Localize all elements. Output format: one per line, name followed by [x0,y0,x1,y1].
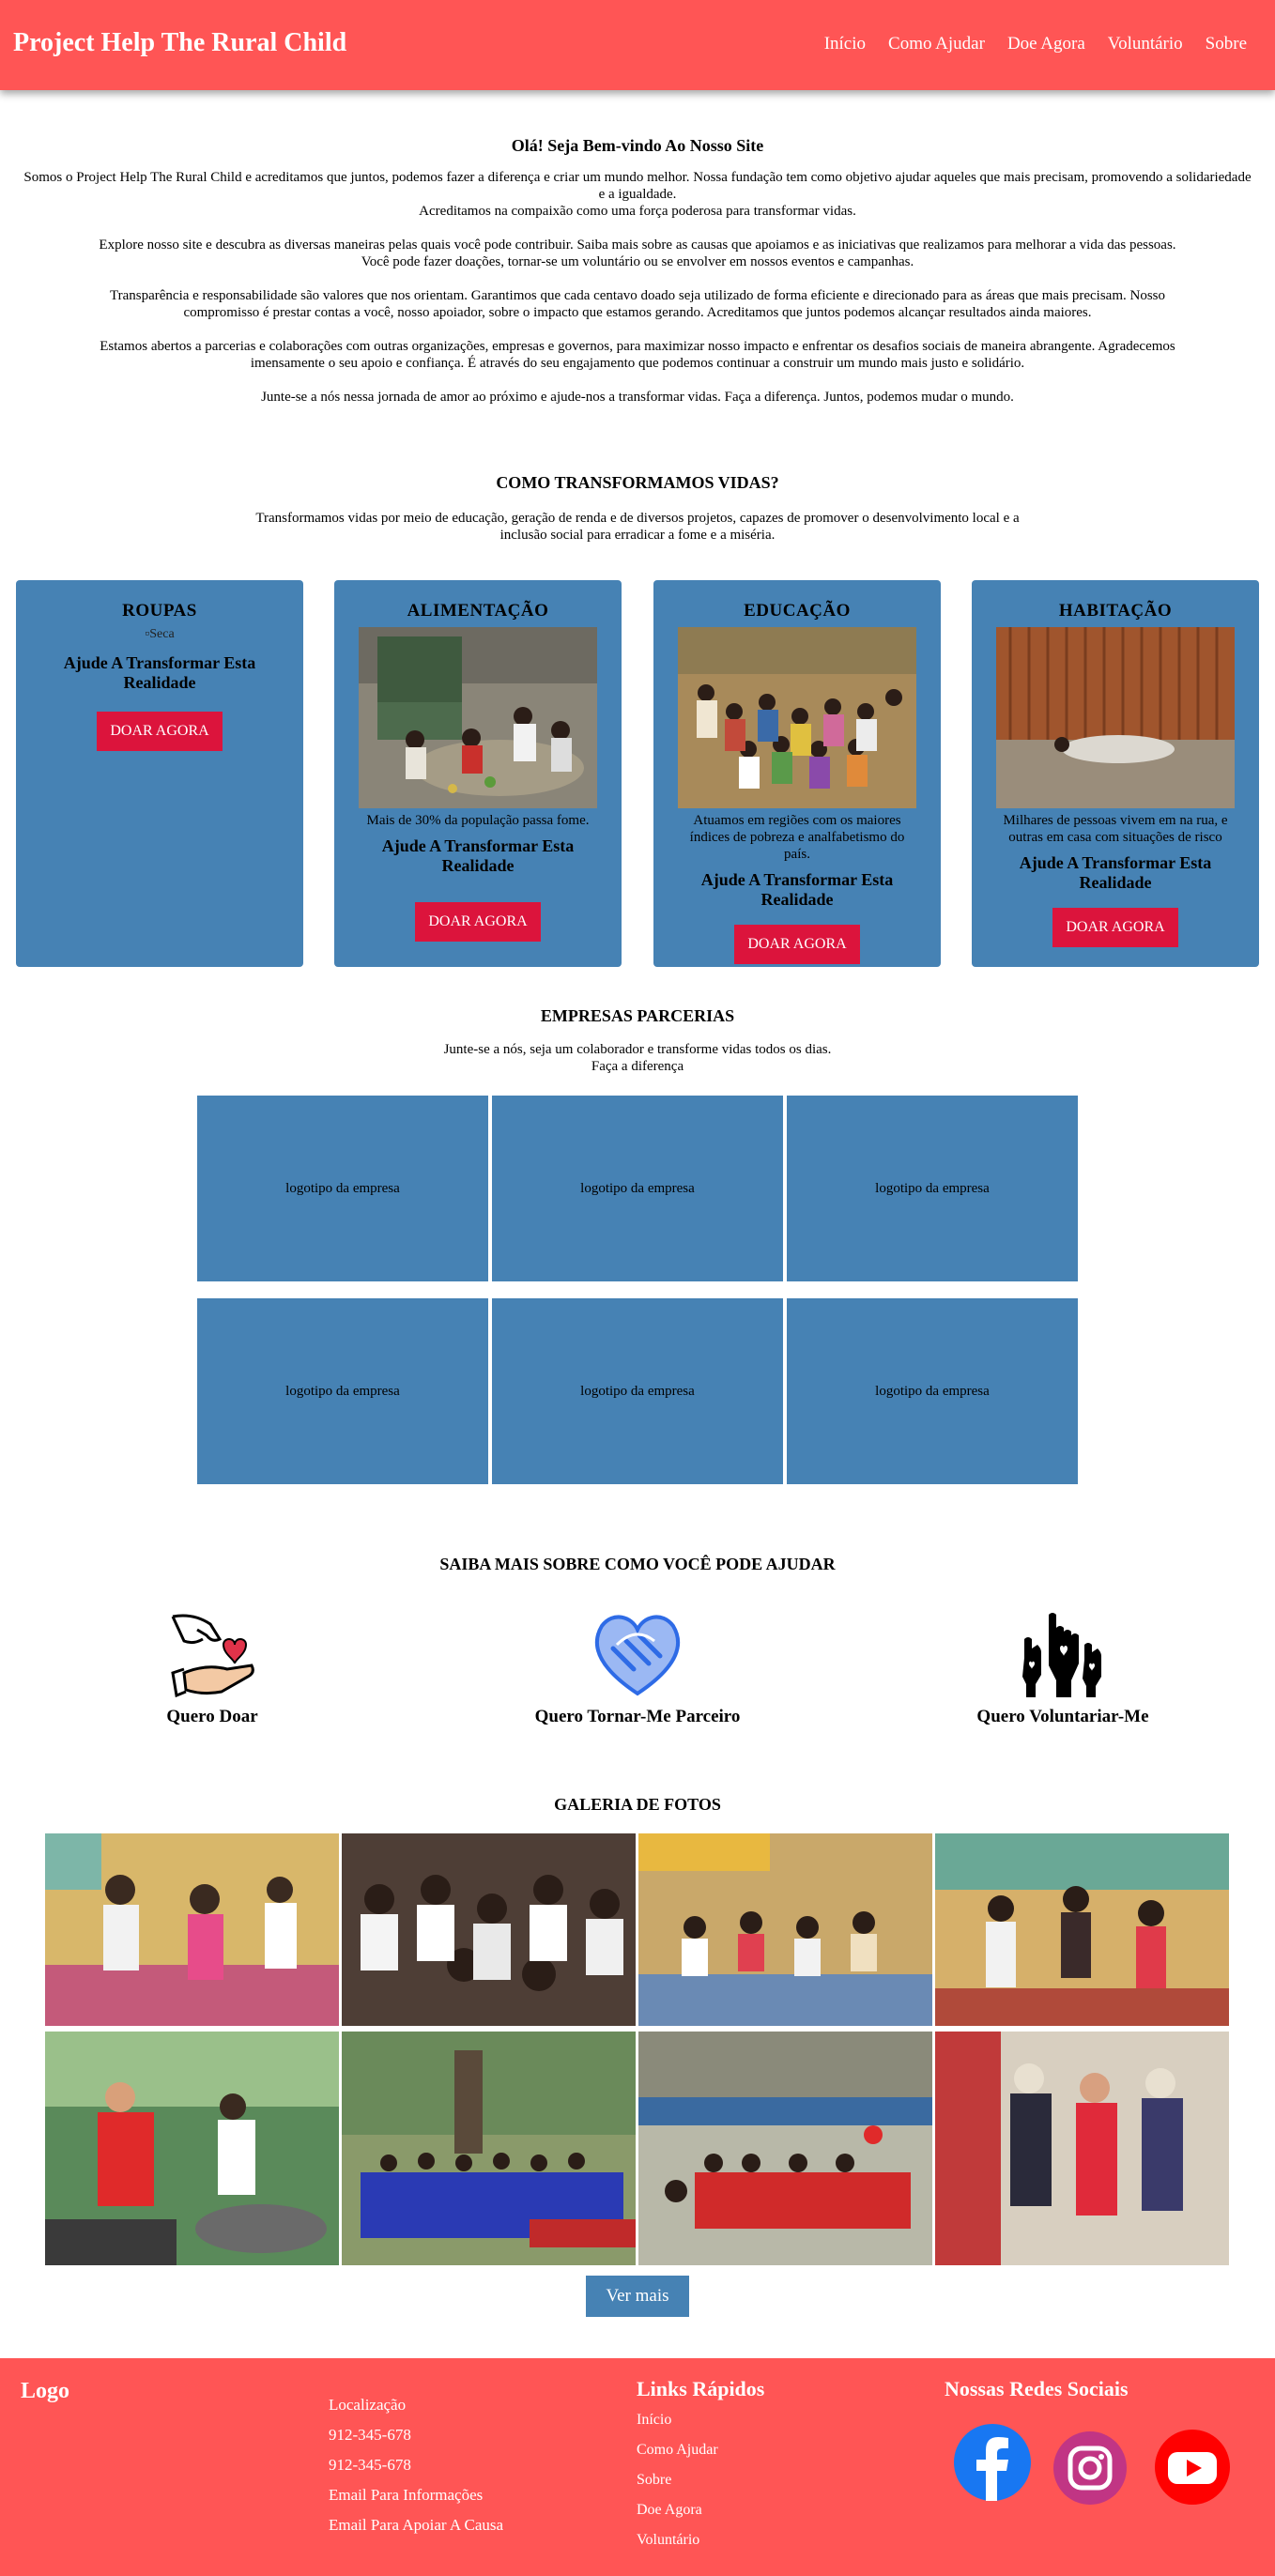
how-section: COMO TRANSFORMAMOS VIDAS? Transformamos … [0,473,1275,544]
footer-logo[interactable]: Logo [21,2379,69,2404]
card-caption: Milhares de pessoas vivem em na rua, e o… [1003,813,1228,845]
donate-button[interactable]: DOAR AGORA [1052,908,1178,947]
card-caption: Atuamos em regiões com os maiores índice… [689,813,905,862]
card-title: HABITAÇÃO [1058,601,1173,621]
site-brand[interactable]: Project Help The Rural Child [13,28,346,58]
partner-logo[interactable]: logotipo da empresa [787,1298,1078,1484]
card-title: ALIMENTAÇÃO [407,601,549,621]
welcome-paragraph-5: Junte-se a nós nessa jornada de amor ao … [261,390,1014,405]
welcome-section: Olá! Seja Bem-vindo Ao Nosso Site Somos … [0,137,1275,422]
footer-quick-links: Links Rápidos Início Como Ajudar Sobre D… [637,2377,764,2555]
partner-logo[interactable]: logotipo da empresa [787,1096,1078,1281]
card-title: EDUCAÇÃO [744,601,851,621]
partner-logo[interactable]: logotipo da empresa [197,1298,488,1484]
handshake-heart-icon [497,1607,778,1701]
card-help-text: Ajude A Transformar Esta Realidade [1019,853,1212,892]
footer-link-inicio[interactable]: Início [637,2405,764,2435]
card-alimentacao: ALIMENTAÇÃO Mais de 30% da população pas… [334,580,622,967]
help-item-partner[interactable]: Quero Tornar-Me Parceiro [497,1607,778,1727]
footer-link-como-ajudar[interactable]: Como Ajudar [637,2435,764,2465]
welcome-paragraph-1: Somos o Project Help The Rural Child e a… [0,169,1275,203]
partner-logo[interactable]: logotipo da empresa [197,1096,488,1281]
nav-voluntario[interactable]: Voluntário [1108,34,1183,54]
gallery-photo[interactable] [342,1833,636,2026]
contact-phone[interactable]: 912-345-678 [329,2450,503,2480]
facebook-icon[interactable] [954,2424,1031,2501]
how-text: Transformamos vidas por meio de educação… [255,511,1020,543]
welcome-paragraph-2: Explore nosso site e descubra as diversa… [99,238,1176,269]
nav-como-ajudar[interactable]: Como Ajudar [888,34,985,54]
nav-doe-agora[interactable]: Doe Agora [1007,34,1085,54]
contact-email-support[interactable]: Email Para Apoiar A Causa [329,2510,503,2540]
instagram-icon[interactable] [1053,2431,1127,2505]
gallery-photo[interactable] [638,1833,932,2026]
welcome-paragraph-4: Estamos abertos a parcerias e colaboraçõ… [100,339,1175,371]
social-title: Nossas Redes Sociais [945,2377,1129,2400]
gallery-photo[interactable] [45,2032,339,2265]
donate-button[interactable]: DOAR AGORA [415,902,541,942]
card-educacao: EDUCAÇÃO Atuamos em regiões com os maior… [653,580,941,967]
help-title: SAIBA MAIS SOBRE COMO VOCÊ PODE AJUDAR [439,1555,836,1573]
partners-title: EMPRESAS PARCERIAS [540,1006,735,1025]
card-habitacao: HABITAÇÃO Milhares de pessoas vivem em n… [972,580,1259,967]
gallery-photo[interactable] [342,2032,636,2265]
card-title: ROUPAS [122,601,197,621]
card-photo [678,627,916,808]
main-nav: Início Como Ajudar Doe Agora Voluntário … [824,34,1247,54]
gallery-photo[interactable] [935,1833,1229,2026]
donate-hand-heart-icon [71,1607,353,1701]
site-footer: Logo Localização 912-345-678 912-345-678… [0,2358,1275,2576]
card-roupas: ROUPAS ▫Seca Ajude A Transformar Esta Re… [16,580,303,967]
see-more-button[interactable]: Ver mais [586,2276,689,2317]
gallery-title: GALERIA DE FOTOS [554,1795,721,1814]
youtube-icon[interactable] [1155,2430,1230,2505]
nav-sobre[interactable]: Sobre [1206,34,1247,54]
help-label: Quero Tornar-Me Parceiro [534,1707,741,1726]
partners-line-2: Faça a diferença [591,1059,684,1074]
footer-link-doe-agora[interactable]: Doe Agora [637,2495,764,2525]
card-help-text: Ajude A Transformar Esta Realidade [63,653,256,692]
gallery-photo[interactable] [45,1833,339,2026]
footer-link-sobre[interactable]: Sobre [637,2465,764,2495]
welcome-paragraph-1b: Acreditamos na compaixão como uma força … [419,204,856,219]
footer-link-voluntario[interactable]: Voluntário [637,2525,764,2555]
contact-location[interactable]: Localização [329,2390,503,2420]
nav-inicio[interactable]: Início [824,34,866,54]
gallery-photo[interactable] [935,2032,1229,2265]
welcome-title: Olá! Seja Bem-vindo Ao Nosso Site [511,136,764,155]
card-photo [359,627,597,808]
broken-image: ▫Seca [145,627,175,641]
card-photo [996,627,1235,808]
help-label: Quero Doar [166,1707,258,1726]
donate-button[interactable]: DOAR AGORA [97,712,223,751]
welcome-paragraph-3: Transparência e responsabilidade são val… [109,288,1166,320]
image-alt-text: Seca [149,627,175,641]
donate-button[interactable]: DOAR AGORA [734,925,860,964]
help-item-volunteer[interactable]: Quero Voluntariar-Me [922,1607,1204,1727]
partners-section: EMPRESAS PARCERIAS Junte-se a nós, seja … [0,1006,1275,1075]
footer-contacts: Localização 912-345-678 912-345-678 Emai… [329,2390,503,2540]
quick-links-title: Links Rápidos [637,2377,765,2400]
partner-logo[interactable]: logotipo da empresa [492,1096,783,1281]
site-header: Project Help The Rural Child Início Como… [0,0,1275,90]
help-item-donate[interactable]: Quero Doar [71,1607,353,1727]
partners-line-1: Junte-se a nós, seja um colaborador e tr… [443,1042,832,1057]
card-help-text: Ajude A Transformar Esta Realidade [381,836,575,875]
how-title: COMO TRANSFORMAMOS VIDAS? [496,473,779,492]
card-caption: Mais de 30% da população passa fome. [366,813,590,828]
welcome-p1-text: Somos o Project Help The Rural Child e a… [23,170,1252,202]
cause-cards: ROUPAS ▫Seca Ajude A Transformar Esta Re… [16,580,1259,967]
footer-social: Nossas Redes Sociais [945,2377,1129,2401]
raised-hands-hearts-icon [922,1607,1204,1701]
help-label: Quero Voluntariar-Me [976,1707,1149,1726]
contact-email-info[interactable]: Email Para Informações [329,2480,503,2510]
card-help-text: Ajude A Transformar Esta Realidade [700,870,894,909]
partner-logo[interactable]: logotipo da empresa [492,1298,783,1484]
contact-phone[interactable]: 912-345-678 [329,2420,503,2450]
gallery-photo[interactable] [638,2032,932,2265]
